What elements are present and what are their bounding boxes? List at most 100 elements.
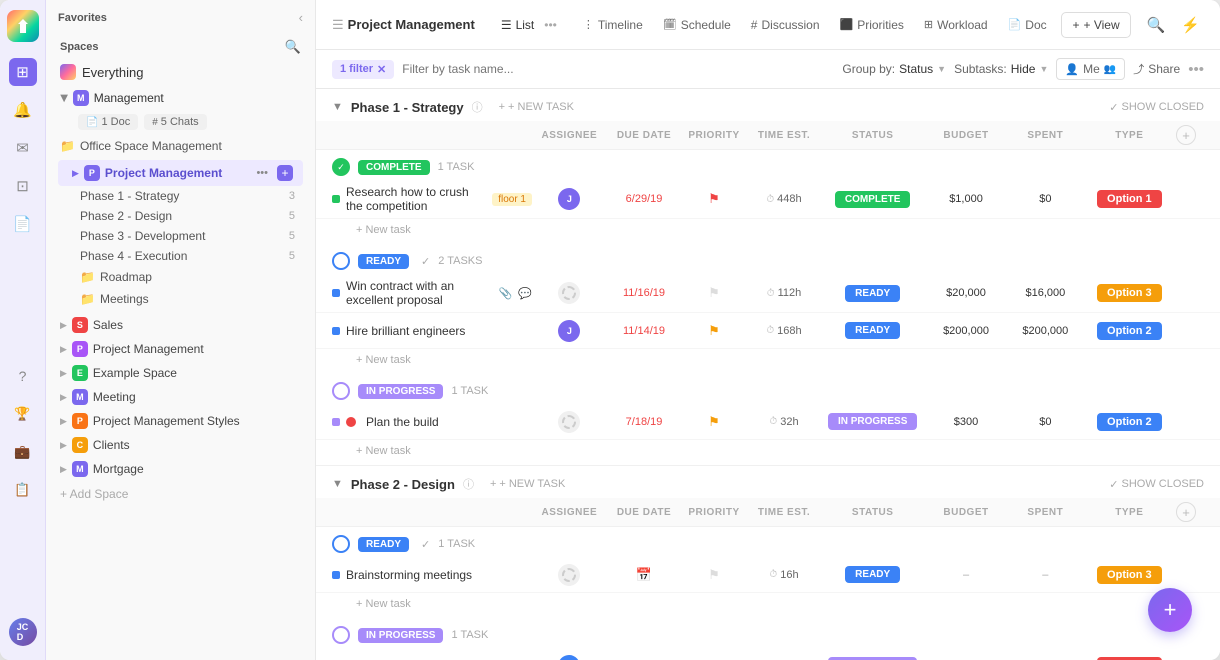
example-space[interactable]: ▶ E Example Space xyxy=(46,361,315,385)
p2-ready-task-count: 1 TASK xyxy=(438,538,475,550)
new-task-row-p2-1[interactable]: + New task xyxy=(316,593,1220,618)
col2-add-header[interactable]: + xyxy=(1176,502,1204,522)
phase2-toggle[interactable]: ▼ xyxy=(332,478,343,490)
task-color-indicator xyxy=(332,327,340,335)
list-more-btn[interactable]: ••• xyxy=(538,14,563,36)
tab-priorities[interactable]: ⬛ Priorities xyxy=(830,12,914,38)
table-row[interactable]: Write a knowledge base J 8/18/19 ⚑ xyxy=(316,648,1220,660)
collapse-sidebar-btn[interactable]: ‹ xyxy=(299,10,303,25)
mortgage-space[interactable]: ▶ M Mortgage xyxy=(46,457,315,481)
tab-schedule[interactable]: 🗓 Schedule xyxy=(653,12,741,38)
table-row[interactable]: Research how to crush the competition fl… xyxy=(316,180,1220,219)
meetings-item[interactable]: 📁 Meetings xyxy=(80,288,309,310)
avatar-ghost[interactable] xyxy=(558,282,580,304)
app-logo[interactable] xyxy=(7,10,39,42)
pm-add-btn[interactable]: + xyxy=(277,165,293,181)
meeting-space[interactable]: ▶ M Meeting xyxy=(46,385,315,409)
task-timeest: ⏱32h xyxy=(747,416,822,428)
phase1-new-task-btn[interactable]: + + NEW TASK xyxy=(491,99,582,115)
office-space-item[interactable]: 📁 Office Space Management xyxy=(46,135,315,157)
notifications-icon[interactable]: 🔔 xyxy=(9,96,37,124)
pm2-space[interactable]: ▶ P Project Management xyxy=(46,337,315,361)
task-type: Option 3 xyxy=(1083,566,1176,584)
help-icon[interactable]: ? xyxy=(9,362,37,390)
share-btn[interactable]: ⤴ Share xyxy=(1133,61,1180,77)
lightning-icon[interactable]: ⚡ xyxy=(1177,12,1204,38)
avatar-ghost[interactable] xyxy=(558,411,580,433)
phase1-show-closed[interactable]: ✓ SHOW CLOSED xyxy=(1109,101,1204,114)
portfolio-icon[interactable]: 💼 xyxy=(9,438,37,466)
sidebar-search-icon[interactable]: 🔍 xyxy=(285,39,301,55)
share-label: Share xyxy=(1148,62,1180,76)
new-task-row[interactable]: + New task xyxy=(316,219,1220,244)
goals-icon[interactable]: 🏆 xyxy=(9,400,37,428)
phase-design-item[interactable]: Phase 2 - Design 5 xyxy=(80,206,309,226)
everything-item[interactable]: Everything xyxy=(46,59,315,85)
table-row[interactable]: Plan the build 7/18/19 ⚑ xyxy=(316,404,1220,440)
avatar-ghost[interactable] xyxy=(558,564,580,586)
table-row[interactable]: Hire brilliant engineers J 11/14/19 ⚑ xyxy=(316,313,1220,349)
ready-status-badge: READY xyxy=(358,254,409,269)
comment-icon[interactable]: 💬 xyxy=(518,287,532,300)
group-by-chevron: ▼ xyxy=(937,64,946,74)
phase-strategy-item[interactable]: Phase 1 - Strategy 3 xyxy=(80,186,309,206)
complete-circle[interactable]: ✓ xyxy=(332,158,350,176)
dashboard-icon[interactable]: ⊡ xyxy=(9,172,37,200)
table-row[interactable]: Win contract with an excellent proposal … xyxy=(316,274,1220,313)
tab-timeline[interactable]: ⋮ Timeline xyxy=(573,12,653,38)
sales-space[interactable]: ▶ S Sales xyxy=(46,313,315,337)
group-by-control[interactable]: Group by: Status ▼ xyxy=(842,62,946,76)
management-badge: M xyxy=(73,90,89,106)
view-btn[interactable]: + + View xyxy=(1061,12,1130,38)
phase2-new-task-btn[interactable]: + + NEW TASK xyxy=(482,476,573,492)
docs-icon[interactable]: 📄 xyxy=(9,210,37,238)
doc-badge[interactable]: 📄 1 Doc xyxy=(78,114,138,130)
phase1-toggle[interactable]: ▼ xyxy=(332,101,343,113)
user-avatar[interactable]: JCD xyxy=(9,618,37,646)
filter-input[interactable] xyxy=(402,62,834,76)
clients-space[interactable]: ▶ C Clients xyxy=(46,433,315,457)
attach-icon[interactable]: 📎 xyxy=(499,287,513,300)
chat-badge[interactable]: # 5 Chats xyxy=(144,114,206,130)
tab-doc[interactable]: 📄 Doc xyxy=(998,12,1057,38)
toolbar-more-btn[interactable]: ••• xyxy=(1188,61,1204,78)
col-budget-header: BUDGET xyxy=(924,130,1008,141)
phase1-info-icon[interactable]: ⓘ xyxy=(472,99,483,115)
table-row[interactable]: Brainstorming meetings 📅 ⚑ xyxy=(316,557,1220,593)
pmstyles-space[interactable]: ▶ P Project Management Styles xyxy=(46,409,315,433)
ready-circle[interactable] xyxy=(332,252,350,270)
progress-circle[interactable] xyxy=(332,382,350,400)
p2-ready-circle[interactable] xyxy=(332,535,350,553)
phase-exec-item[interactable]: Phase 4 - Execution 5 xyxy=(80,246,309,266)
task-spent: $0 xyxy=(1008,416,1083,428)
avatar[interactable]: J xyxy=(558,188,580,210)
phase2-info-icon[interactable]: ⓘ xyxy=(463,476,474,492)
me-filter-btn[interactable]: 👤 Me 👥 xyxy=(1056,58,1125,80)
filter-badge[interactable]: 1 filter ✕ xyxy=(332,60,394,79)
home-icon[interactable]: ⊞ xyxy=(9,58,37,86)
search-icon[interactable]: 🔍 xyxy=(1143,12,1170,38)
tab-list[interactable]: ☰ List ••• xyxy=(491,8,573,42)
add-space-btn[interactable]: + Add Space xyxy=(46,481,315,507)
inbox-icon[interactable]: ✉ xyxy=(9,134,37,162)
fab-add-btn[interactable]: + xyxy=(1148,588,1192,632)
pm-header[interactable]: ▶ P Project Management ••• + xyxy=(58,160,303,186)
tasks-icon[interactable]: 📋 xyxy=(9,476,37,504)
new-task-row-2[interactable]: + New task xyxy=(316,349,1220,374)
new-task-row-3[interactable]: + New task xyxy=(316,440,1220,465)
tab-discussion[interactable]: # Discussion xyxy=(741,12,830,38)
roadmap-item[interactable]: 📁 Roadmap xyxy=(80,266,309,288)
col-add-header[interactable]: + xyxy=(1176,125,1204,145)
phase-dev-item[interactable]: Phase 3 - Development 5 xyxy=(80,226,309,246)
management-header[interactable]: ▶ M Management xyxy=(46,85,315,111)
phase2-show-closed[interactable]: ✓ SHOW CLOSED xyxy=(1109,478,1204,491)
pm-more-btn[interactable]: ••• xyxy=(252,166,272,180)
filter-clear-btn[interactable]: ✕ xyxy=(377,63,386,76)
task-status: IN PROGRESS xyxy=(821,413,924,430)
avatar[interactable]: J xyxy=(558,655,580,660)
tab-workload[interactable]: ⊞ Workload xyxy=(914,12,998,38)
subtasks-control[interactable]: Subtasks: Hide ▼ xyxy=(954,62,1048,76)
management-chevron[interactable]: ▶ xyxy=(58,94,69,102)
p2-progress-circle[interactable] xyxy=(332,626,350,644)
avatar[interactable]: J xyxy=(558,320,580,342)
